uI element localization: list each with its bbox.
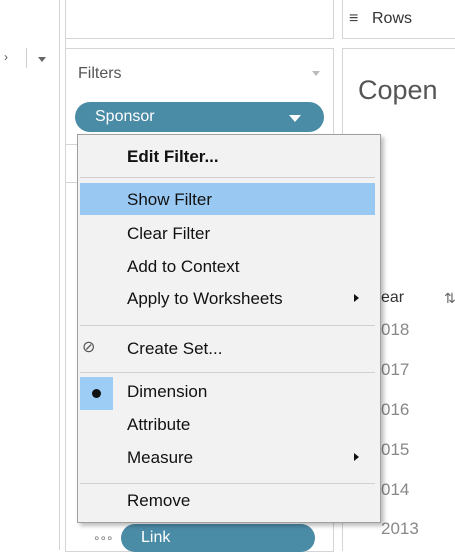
menu-item-show-filter[interactable]: Show Filter bbox=[127, 190, 212, 210]
menu-item-measure[interactable]: Measure bbox=[127, 448, 193, 468]
menu-item-apply-to-worksheets[interactable]: Apply to Worksheets bbox=[127, 289, 283, 309]
submenu-arrow-icon bbox=[354, 294, 359, 302]
menu-item-add-to-context[interactable]: Add to Context bbox=[127, 257, 239, 277]
link-field-label[interactable]: Link bbox=[141, 529, 170, 547]
year-column-header[interactable]: ear bbox=[381, 289, 404, 307]
rows-icon: ≡ bbox=[349, 10, 359, 27]
menu-separator bbox=[80, 372, 375, 373]
dropdown-arrow-icon[interactable] bbox=[38, 57, 46, 62]
year-cell: 2013 bbox=[381, 519, 419, 538]
year-cell: 018 bbox=[381, 320, 410, 339]
menu-item-dimension[interactable]: Dimension bbox=[127, 382, 207, 402]
menu-item-remove[interactable]: Remove bbox=[127, 491, 190, 511]
menu-item-edit-filter[interactable]: Edit Filter... bbox=[127, 147, 219, 167]
filters-title: Filters bbox=[78, 65, 122, 82]
year-cell: 014 bbox=[381, 480, 410, 499]
menu-separator bbox=[80, 325, 375, 326]
year-cell: 017 bbox=[381, 360, 410, 379]
submenu-arrow-icon bbox=[354, 453, 359, 461]
pages-card bbox=[65, 0, 334, 39]
menu-highlight bbox=[80, 183, 375, 215]
set-icon: ⊘ bbox=[82, 339, 96, 356]
sort-icon[interactable]: ⇅ bbox=[444, 290, 455, 307]
rows-label: Rows bbox=[372, 10, 413, 27]
sponsor-filter-label[interactable]: Sponsor bbox=[95, 108, 155, 126]
menu-item-create-set[interactable]: Create Set... bbox=[127, 339, 222, 359]
chevron-right-icon[interactable]: › bbox=[4, 50, 8, 64]
menu-separator bbox=[80, 177, 375, 178]
menu-item-attribute[interactable]: Attribute bbox=[127, 415, 190, 435]
year-cell: 016 bbox=[381, 400, 410, 419]
view-title: Copen bbox=[358, 75, 438, 105]
menu-separator bbox=[80, 483, 375, 484]
menu-item-clear-filter[interactable]: Clear Filter bbox=[127, 224, 210, 244]
detail-dots-icon: ∘∘∘ bbox=[93, 531, 114, 545]
toolbar-divider bbox=[26, 48, 27, 68]
year-cell: 015 bbox=[381, 440, 410, 459]
caret-down-icon[interactable] bbox=[289, 115, 301, 122]
filters-menu-arrow-icon[interactable] bbox=[312, 71, 320, 76]
radio-bullet-icon bbox=[92, 389, 101, 398]
left-panel-strip bbox=[0, 0, 60, 550]
